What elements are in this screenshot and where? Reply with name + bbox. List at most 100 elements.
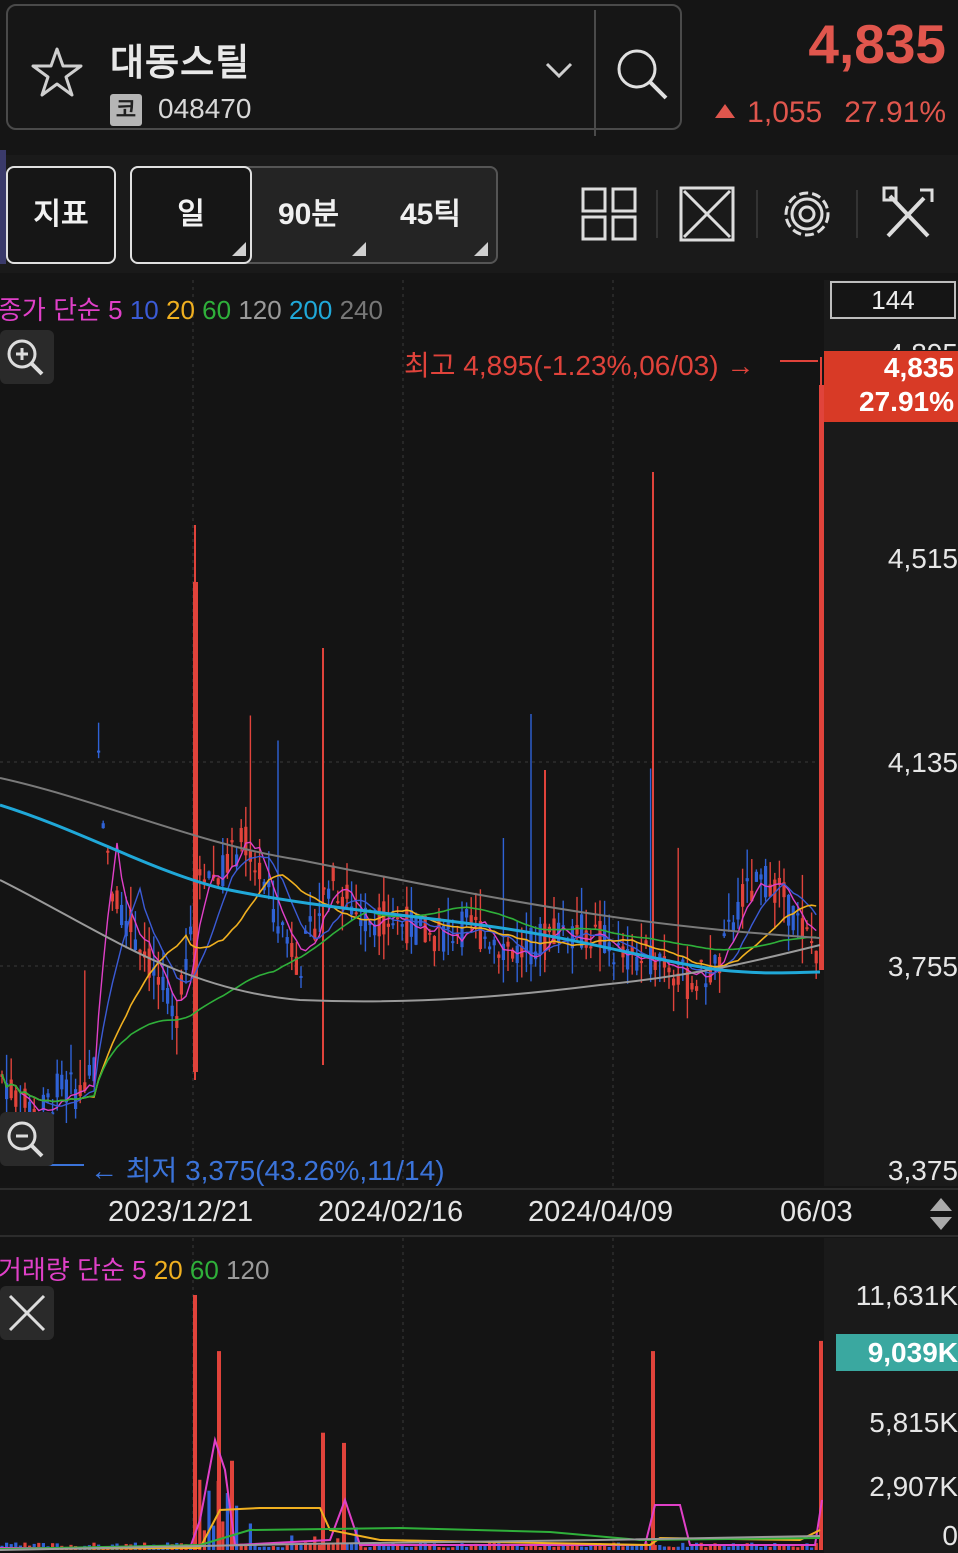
volume-bar [607,1546,611,1550]
candle-body [299,975,303,978]
volume-bar [253,1545,257,1550]
tools-icon[interactable] [880,184,938,244]
volume-bar [469,1545,473,1550]
volume-bar [750,1542,754,1550]
current-pct-tag-value: 27.91% [859,386,954,417]
volume-bar [685,1546,689,1550]
star-icon[interactable] [28,44,86,102]
volume-bar [520,1546,524,1550]
volume-bar [704,1547,708,1550]
candle-body [382,901,386,935]
candle-body [745,878,749,882]
candle-body [690,983,694,990]
candle-body [681,959,685,962]
candle-body [731,922,735,931]
zoom-in-button[interactable] [0,330,54,384]
volume-bar [699,1542,703,1550]
candle-body [60,1074,64,1090]
volume-y-label: 5,815K [869,1407,958,1438]
x-axis-label: 2024/04/09 [528,1196,674,1228]
candle-body [14,1090,18,1107]
vol-ma60-label: 60 [189,1255,219,1285]
candle-body [281,922,285,926]
volume-bar [667,1546,671,1550]
market-badge: 코 [110,94,142,126]
volume-bar [796,1547,800,1550]
candle-body [722,933,726,937]
ma20-label: 20 [166,295,195,325]
candle-body [193,582,198,1072]
candle-body [713,954,717,964]
zoom-out-button[interactable] [0,1112,54,1166]
candle-count-box[interactable]: 144 [830,281,956,319]
close-volume-button[interactable] [0,1286,54,1340]
ma-legend: 종가 단순 5 10 20 60 120 200 240 [0,290,383,327]
volume-bar [547,1545,551,1550]
candle-body [635,956,639,971]
price-chart[interactable] [0,276,958,1553]
volume-bar [538,1547,542,1550]
change-percent: 27.91% [844,96,946,129]
volume-bar [442,1547,446,1550]
candle-body [704,983,708,988]
scroll-arrows-icon[interactable] [928,1196,954,1232]
period-45tick-button[interactable]: 45틱 [400,166,461,264]
candle-body [667,967,671,973]
candle-body [593,924,597,927]
candle-body [819,385,824,970]
volume-legend-title: 거래량 단순 [0,1255,125,1285]
volume-bar [722,1546,726,1550]
volume-bar [676,1546,680,1550]
ma200-label: 200 [288,295,333,325]
zoom-out-icon [7,1121,44,1158]
candle-body [317,913,321,916]
zoom-in-icon [7,339,44,376]
price-change: 1,055 27.91% [715,96,946,130]
candle-body [814,950,818,964]
volume-bar [276,1546,280,1550]
volume-bar [258,1547,262,1550]
fullscreen-icon[interactable] [678,184,736,244]
volume-bar [584,1546,588,1550]
volume-bar [741,1546,745,1550]
volume-bar [437,1547,441,1550]
y-axis-label: 4,135 [887,747,958,778]
candle-body [161,976,165,991]
volume-bar [662,1546,666,1550]
candle-body [488,946,492,950]
change-amount: 1,055 [747,96,823,129]
volume-bar [575,1545,579,1550]
stock-search-box[interactable]: 대동스틸 코 048470 [6,4,682,136]
candle-body [787,894,791,926]
candle-body [741,884,745,907]
candle-body [432,936,436,952]
candle-body [354,912,358,915]
layout-grid-icon[interactable] [580,184,638,244]
candle-body [221,855,225,887]
divider [594,10,596,136]
indicator-button[interactable]: 지표 [6,166,116,264]
volume-bar [368,1546,372,1550]
candle-body [501,943,505,961]
chevron-down-icon[interactable] [544,60,574,80]
candle-body [184,958,188,970]
volume-y-label: 11,631K [855,1280,958,1311]
vol-ma20-label: 20 [153,1255,183,1285]
volume-legend: 거래량 단순 5 20 60 120 [0,1250,269,1287]
candle-body [391,923,395,926]
candle-body [764,865,768,898]
y-axis-label: 4,515 [887,543,958,574]
y-axis-label: 3,375 [887,1155,958,1186]
candle-body [754,871,758,882]
volume-bar [193,1295,197,1550]
candle-body [506,941,510,947]
candle-body [239,827,243,843]
gear-icon[interactable] [778,184,836,244]
volume-bar [363,1547,367,1550]
search-icon[interactable] [612,44,672,104]
current-volume-tag: 9,039K [836,1334,958,1371]
candle-body [492,939,496,946]
candle-body [87,1064,91,1076]
volume-bar [428,1545,432,1550]
period-90min-button[interactable]: 90분 [278,166,339,264]
